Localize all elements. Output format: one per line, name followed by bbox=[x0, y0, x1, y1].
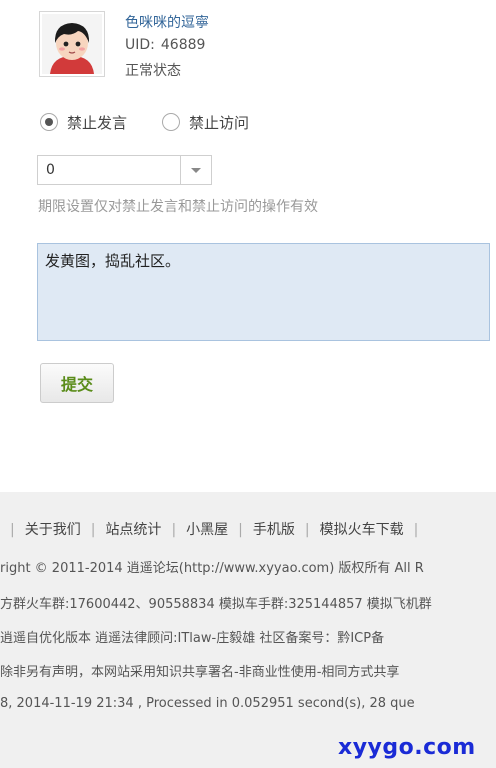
footer-qq-groups: 方群火车群:17600442、90558834 模拟车手群:325144857 … bbox=[0, 597, 432, 612]
user-uid: UID: 46889 bbox=[125, 37, 205, 53]
footer-separator: | bbox=[90, 522, 96, 538]
duration-hint: 期限设置仅对禁止发言和禁止访问的操作有效 bbox=[38, 199, 318, 215]
footer-processed-info: 8, 2014-11-19 21:34 , Processed in 0.052… bbox=[0, 696, 415, 711]
reason-textarea[interactable]: 发黄图，捣乱社区。 bbox=[37, 243, 490, 341]
footer-separator: | bbox=[304, 522, 310, 538]
submit-button[interactable]: 提交 bbox=[40, 363, 114, 403]
footer-link-mobile[interactable]: 手机版 bbox=[253, 522, 295, 538]
footer-license: 除非另有声明，本网站采用知识共享署名-非商业性使用-相同方式共享 bbox=[0, 665, 400, 680]
chevron-down-icon[interactable] bbox=[180, 156, 211, 184]
ban-post-label: 禁止发言 bbox=[67, 113, 128, 132]
footer-copyright: right © 2011-2014 逍遥论坛(http://www.xyyao.… bbox=[0, 561, 424, 576]
avatar[interactable] bbox=[39, 11, 105, 77]
ban-visit-radio[interactable] bbox=[162, 113, 180, 131]
footer-links: | 关于我们 | 站点统计 | 小黑屋 | 手机版 | 模拟火车下载 | bbox=[0, 519, 496, 539]
duration-selected-value: 0 bbox=[46, 162, 55, 178]
user-status: 正常状态 bbox=[125, 63, 181, 79]
ban-post-radio[interactable] bbox=[40, 113, 58, 131]
footer-separator: | bbox=[171, 522, 177, 538]
duration-select[interactable]: 0 bbox=[37, 155, 212, 185]
uid-label: UID: bbox=[125, 37, 155, 53]
footer-link-about[interactable]: 关于我们 bbox=[25, 522, 81, 538]
footer-separator: | bbox=[238, 522, 243, 538]
username-link[interactable]: 色咪咪的逗寧 bbox=[125, 12, 209, 32]
avatar-image bbox=[42, 14, 102, 74]
footer-separator: | bbox=[413, 522, 419, 538]
footer-separator: | bbox=[10, 522, 15, 538]
footer: | 关于我们 | 站点统计 | 小黑屋 | 手机版 | 模拟火车下载 | right © 2011-… bbox=[0, 492, 496, 768]
footer-legal: 逍遥自优化版本 逍遥法律顾问:ITlaw-庄毅雄 社区备案号：黔ICP备 bbox=[0, 631, 385, 646]
ban-visit-label: 禁止访问 bbox=[189, 113, 250, 132]
option-ban-post[interactable]: 禁止发言 bbox=[40, 111, 127, 133]
option-ban-visit[interactable]: 禁止访问 bbox=[162, 111, 249, 133]
footer-link-stats[interactable]: 站点统计 bbox=[105, 522, 161, 538]
uid-value: 46889 bbox=[160, 37, 206, 53]
footer-link-blackroom[interactable]: 小黑屋 bbox=[186, 522, 228, 538]
site-watermark: xyygo.com bbox=[338, 735, 476, 760]
footer-link-download[interactable]: 模拟火车下载 bbox=[320, 522, 404, 538]
